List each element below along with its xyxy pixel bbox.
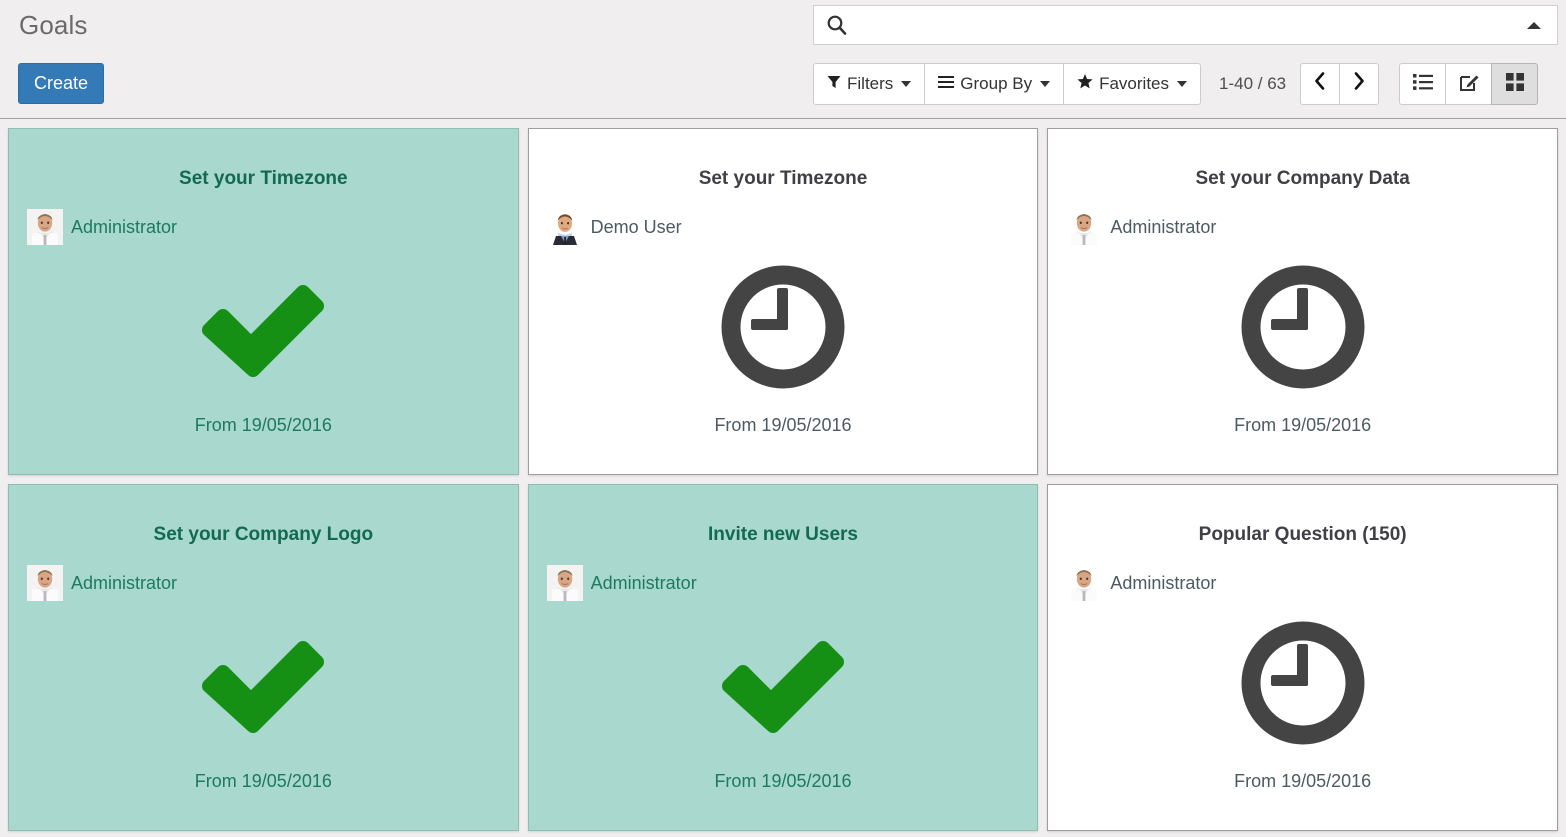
- goal-date: From 19/05/2016: [194, 771, 332, 791]
- search-bar[interactable]: [813, 5, 1558, 45]
- kanban-grid: Set your Timezone Administrator From 19/…: [8, 128, 1558, 831]
- form-view-icon: [1459, 72, 1479, 97]
- goal-status-icon-wrap: [529, 613, 1038, 753]
- pager-value: 1-40 / 63: [1219, 74, 1287, 93]
- pager-previous-button[interactable]: [1300, 63, 1341, 105]
- funnel-icon: [827, 74, 841, 94]
- goal-user: Administrator: [27, 565, 518, 601]
- kanban-card[interactable]: Set your Company Logo Administrator From…: [8, 484, 519, 831]
- kanban-card[interactable]: Popular Question (150) Administrator Fro…: [1047, 484, 1558, 831]
- group-by-button[interactable]: Group By: [924, 63, 1065, 105]
- goal-title: Set your Company Logo: [153, 524, 374, 545]
- goal-title: Invite new Users: [708, 524, 858, 545]
- goal-status-icon-wrap: [529, 257, 1038, 397]
- check-icon: [202, 285, 325, 377]
- chevron-right-icon: [1353, 72, 1365, 96]
- goal-username: Administrator: [590, 572, 697, 593]
- view-switcher-kanban[interactable]: [1491, 63, 1539, 105]
- filters-label: Filters: [847, 74, 894, 93]
- kanban-view-icon: [1505, 72, 1524, 96]
- view-switcher-form[interactable]: [1445, 63, 1493, 105]
- pager-buttons: [1300, 63, 1380, 105]
- goal-username: Administrator: [71, 216, 178, 237]
- create-button[interactable]: Create: [18, 63, 104, 104]
- goal-status-icon-wrap: [1048, 613, 1557, 753]
- goal-user: Administrator: [1066, 565, 1557, 601]
- view-switcher: [1399, 63, 1539, 105]
- chevron-left-icon: [1314, 72, 1326, 96]
- chevron-down-icon: [901, 81, 912, 87]
- pager: 1-40 / 63: [1219, 63, 1380, 105]
- goal-username: Administrator: [1110, 572, 1217, 593]
- administrator-avatar: [1066, 565, 1103, 601]
- goal-status-icon-wrap: [1048, 257, 1557, 397]
- goal-date: From 19/05/2016: [714, 771, 852, 791]
- kanban-card[interactable]: Set your Company Data Administrator From…: [1047, 128, 1558, 475]
- goal-title: Set your Company Data: [1195, 168, 1410, 189]
- administrator-avatar: [27, 565, 63, 601]
- goal-date: From 19/05/2016: [714, 415, 852, 435]
- goal-date: From 19/05/2016: [194, 415, 332, 435]
- kanban-view: Set your Timezone Administrator From 19/…: [0, 119, 1566, 837]
- goal-user: Administrator: [1066, 209, 1557, 245]
- demo-user-avatar: [546, 209, 583, 245]
- bars-icon: [938, 74, 955, 94]
- check-icon: [721, 641, 844, 733]
- caret-up-icon[interactable]: [1525, 16, 1543, 34]
- goal-title: Set your Timezone: [179, 168, 348, 189]
- search-input[interactable]: [848, 7, 1525, 43]
- control-panel: Goals Create Filters Group By Favorites …: [0, 0, 1566, 119]
- star-icon: [1077, 74, 1093, 94]
- favorites-button[interactable]: Favorites: [1063, 63, 1202, 105]
- search-icon: [826, 14, 848, 36]
- filter-menus: Filters Group By Favorites: [813, 63, 1202, 105]
- goal-status-icon-wrap: [9, 613, 518, 753]
- goal-date: From 19/05/2016: [1234, 415, 1372, 435]
- goal-user: Demo User: [546, 209, 1038, 245]
- administrator-avatar: [1066, 209, 1103, 245]
- goal-title: Set your Timezone: [698, 168, 868, 189]
- goal-username: Demo User: [590, 216, 682, 237]
- chevron-down-icon: [1177, 81, 1188, 87]
- list-view-icon: [1412, 73, 1433, 96]
- goal-title: Popular Question (150): [1198, 524, 1407, 545]
- group-by-label: Group By: [960, 74, 1033, 93]
- kanban-card[interactable]: Set your Timezone Administrator From 19/…: [8, 128, 519, 475]
- filters-button[interactable]: Filters: [813, 63, 926, 105]
- administrator-avatar: [546, 565, 583, 601]
- goal-user: Administrator: [27, 209, 518, 245]
- favorites-label: Favorites: [1099, 74, 1170, 93]
- clock-icon: [721, 265, 845, 389]
- page-title: Goals: [19, 10, 88, 40]
- control-panel-toolbar: Filters Group By Favorites 1-40 / 63: [813, 63, 1539, 105]
- pager-next-button[interactable]: [1339, 63, 1380, 105]
- clock-icon: [1241, 621, 1365, 745]
- chevron-down-icon: [1040, 81, 1051, 87]
- goal-date: From 19/05/2016: [1234, 771, 1372, 791]
- goal-username: Administrator: [1110, 216, 1217, 237]
- check-icon: [202, 641, 325, 733]
- clock-icon: [1241, 265, 1365, 389]
- administrator-avatar: [27, 209, 63, 245]
- kanban-card[interactable]: Invite new Users Administrator From 19/0…: [527, 484, 1039, 831]
- goal-status-icon-wrap: [9, 257, 518, 397]
- goal-username: Administrator: [71, 572, 178, 593]
- kanban-card[interactable]: Set your Timezone Demo User From 19/05/2…: [527, 128, 1039, 475]
- goal-user: Administrator: [546, 565, 1038, 601]
- view-switcher-list[interactable]: [1399, 63, 1447, 105]
